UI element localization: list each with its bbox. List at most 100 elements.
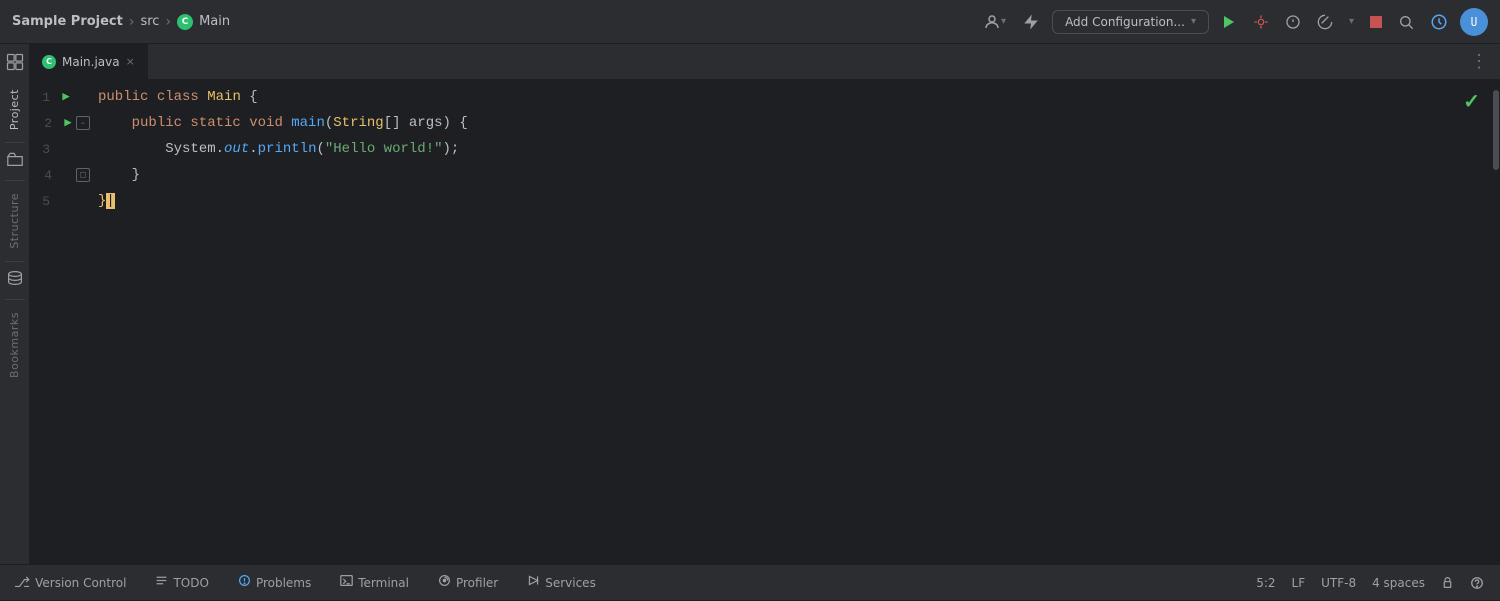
brace-close-4: } — [132, 167, 140, 183]
bottom-tab-profiler[interactable]: Profiler — [424, 565, 513, 601]
out-field: out — [224, 141, 249, 157]
terminal-icon — [340, 574, 353, 591]
breadcrumb: Sample Project › src › C Main — [12, 14, 230, 30]
line-sep-value: LF — [1292, 576, 1306, 590]
array-bracket: [] — [384, 115, 409, 131]
indent-2 — [98, 115, 132, 131]
debug-button[interactable] — [1249, 10, 1273, 34]
kw-class: class — [157, 89, 207, 105]
breadcrumb-sep-2: › — [165, 14, 171, 30]
tab-main-java[interactable]: C Main.java × — [30, 44, 148, 79]
code-editor[interactable]: 1 ▶ 2 ▶ − 3 4 — [30, 80, 1500, 564]
project-panel-icon[interactable] — [5, 44, 25, 81]
indent-4 — [98, 167, 132, 183]
scrollbar-thumb[interactable] — [1493, 90, 1499, 170]
sidebar-item-structure[interactable]: Structure — [8, 185, 21, 257]
run-arrow-2[interactable]: ▶ — [60, 115, 76, 131]
side-divider-4 — [5, 299, 25, 300]
code-line-2: public static void main ( String [] args… — [90, 110, 1492, 136]
tab-label: Main.java — [62, 55, 120, 69]
add-configuration-button[interactable]: Add Configuration... ▾ — [1052, 10, 1209, 34]
title-bar: Sample Project › src › C Main ▾ Add Conf… — [0, 0, 1500, 44]
indent-value: 4 spaces — [1372, 576, 1425, 590]
version-control-icon: ⎇ — [14, 575, 30, 591]
bottom-tab-services[interactable]: Services — [513, 565, 611, 601]
profile-button[interactable] — [1281, 10, 1305, 34]
file-status-check: ✓ — [1463, 88, 1480, 114]
code-line-5: } | — [90, 188, 1492, 214]
coverage-button[interactable] — [1313, 10, 1337, 34]
sidebar-item-bookmarks[interactable]: Bookmarks — [8, 304, 21, 386]
build-button[interactable] — [1018, 9, 1044, 35]
cursor: | — [106, 193, 114, 209]
kw-void: void — [249, 115, 291, 131]
indent[interactable]: 4 spaces — [1372, 576, 1425, 590]
run-arrow-1[interactable]: ▶ — [58, 89, 74, 105]
run-more-button[interactable]: ▾ — [1345, 12, 1358, 31]
breadcrumb-main[interactable]: Main — [199, 14, 230, 29]
run-button[interactable] — [1217, 10, 1241, 34]
update-button[interactable] — [1426, 9, 1452, 35]
user-avatar[interactable]: U — [1460, 8, 1488, 36]
bottom-tabs: ⎇ Version Control TODO Problem — [0, 565, 1240, 601]
bottom-bar: ⎇ Version Control TODO Problem — [0, 564, 1500, 600]
main-class-icon: C — [177, 14, 193, 30]
paren-close-3: ); — [443, 141, 460, 157]
sidebar-item-project[interactable]: Project — [8, 81, 21, 138]
encoding-value: UTF-8 — [1321, 576, 1356, 590]
line-num-3: 3 — [30, 142, 58, 157]
str-hello: "Hello world!" — [325, 141, 443, 157]
title-bar-actions: ▾ Add Configuration... ▾ — [979, 8, 1488, 36]
kw-public-1: public — [98, 89, 157, 105]
code-line-4: } — [90, 162, 1492, 188]
stop-button[interactable] — [1366, 12, 1386, 32]
encoding[interactable]: UTF-8 — [1321, 576, 1356, 590]
bottom-tab-todo[interactable]: TODO — [141, 565, 223, 601]
help-button[interactable] — [1470, 576, 1484, 590]
cursor-pos-value: 5:2 — [1256, 576, 1275, 590]
database-icon[interactable] — [5, 266, 25, 295]
gutter-line-2: 2 ▶ − — [30, 110, 90, 136]
problems-icon — [238, 574, 251, 591]
bottom-tab-version-control[interactable]: ⎇ Version Control — [0, 565, 141, 601]
breadcrumb-src[interactable]: src — [140, 14, 159, 29]
side-divider-2 — [5, 180, 25, 181]
vertical-scrollbar[interactable] — [1492, 80, 1500, 564]
main-body: Project Structure Bookmarks C Main.java — [0, 44, 1500, 564]
fold-icon-2[interactable]: − — [76, 116, 90, 130]
line-num-4: 4 — [30, 168, 60, 183]
bottom-tab-vc-label: Version Control — [35, 576, 126, 590]
status-bar: 5:2 LF UTF-8 4 spaces — [1240, 576, 1500, 590]
fold-icon-4[interactable]: □ — [76, 168, 90, 182]
bottom-tab-terminal[interactable]: Terminal — [326, 565, 424, 601]
kw-public-2: public — [132, 115, 191, 131]
editor-area: C Main.java × ⋮ 1 ▶ 2 ▶ − — [30, 44, 1500, 564]
breadcrumb-project[interactable]: Sample Project — [12, 14, 123, 29]
line-num-5: 5 — [30, 194, 58, 209]
side-divider-1 — [5, 142, 25, 143]
lock-button[interactable] — [1441, 576, 1454, 589]
breadcrumb-sep-1: › — [129, 14, 135, 30]
tab-java-icon: C — [42, 55, 56, 69]
brace-open-1: { — [249, 89, 257, 105]
cursor-position[interactable]: 5:2 — [1256, 576, 1275, 590]
editor-options-button[interactable]: ⋮ — [1458, 50, 1500, 73]
folder-icon[interactable] — [5, 147, 25, 176]
run-config-chevron: ▾ — [1191, 16, 1196, 27]
bottom-tab-terminal-label: Terminal — [358, 576, 409, 590]
line-separator[interactable]: LF — [1292, 576, 1306, 590]
cls-string: String — [333, 115, 383, 131]
tab-close-button[interactable]: × — [126, 55, 135, 68]
code-content[interactable]: public class Main { public static void m… — [90, 80, 1492, 564]
bottom-tab-services-label: Services — [545, 576, 596, 590]
fn-main: main — [291, 115, 325, 131]
paren-open-3: ( — [316, 141, 324, 157]
vcs-user-button[interactable]: ▾ — [979, 9, 1010, 35]
todo-icon — [155, 574, 168, 591]
indent-3 — [98, 141, 165, 157]
bottom-tab-profiler-label: Profiler — [456, 576, 498, 590]
side-strip: Project Structure Bookmarks — [0, 44, 30, 564]
search-everywhere-button[interactable] — [1394, 10, 1418, 34]
bottom-tab-problems[interactable]: Problems — [224, 565, 326, 601]
cls-main: Main — [207, 89, 249, 105]
